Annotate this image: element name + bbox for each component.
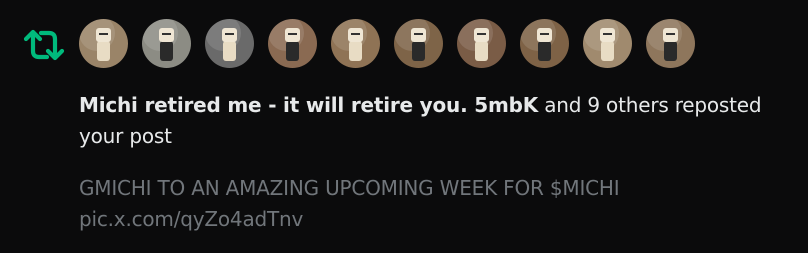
actor-name-link[interactable]: Michi retired me - it will retire you. 5…: [79, 93, 538, 117]
reposter-avatar[interactable]: [142, 19, 191, 68]
avatar-figure-icon: [457, 19, 506, 68]
avatar-figure-icon: [331, 19, 380, 68]
reposter-avatar[interactable]: [331, 19, 380, 68]
avatar-figure-icon: [520, 19, 569, 68]
avatar-figure-icon: [394, 19, 443, 68]
avatar-figure-icon: [646, 19, 695, 68]
reposter-avatar[interactable]: [394, 19, 443, 68]
post-preview[interactable]: GMICHI TO AN AMAZING UPCOMING WEEK FOR $…: [79, 173, 789, 235]
reposter-avatar[interactable]: [646, 19, 695, 68]
post-text: GMICHI TO AN AMAZING UPCOMING WEEK FOR $…: [79, 176, 620, 200]
avatar-figure-icon: [205, 19, 254, 68]
avatar-figure-icon: [583, 19, 632, 68]
notification-text: Michi retired me - it will retire you. 5…: [79, 90, 789, 152]
repost-notification[interactable]: Michi retired me - it will retire you. 5…: [0, 0, 808, 253]
post-image-link[interactable]: pic.x.com/qyZo4adTnv: [79, 204, 789, 235]
reposter-avatar[interactable]: [457, 19, 506, 68]
reposter-avatar[interactable]: [520, 19, 569, 68]
repost-icon: [22, 27, 66, 63]
avatar-figure-icon: [79, 19, 128, 68]
reposter-avatars: [79, 19, 695, 68]
reposter-avatar[interactable]: [268, 19, 317, 68]
reposter-avatar[interactable]: [205, 19, 254, 68]
reposter-avatar[interactable]: [583, 19, 632, 68]
reposter-avatar[interactable]: [79, 19, 128, 68]
avatar-figure-icon: [268, 19, 317, 68]
avatar-figure-icon: [142, 19, 191, 68]
